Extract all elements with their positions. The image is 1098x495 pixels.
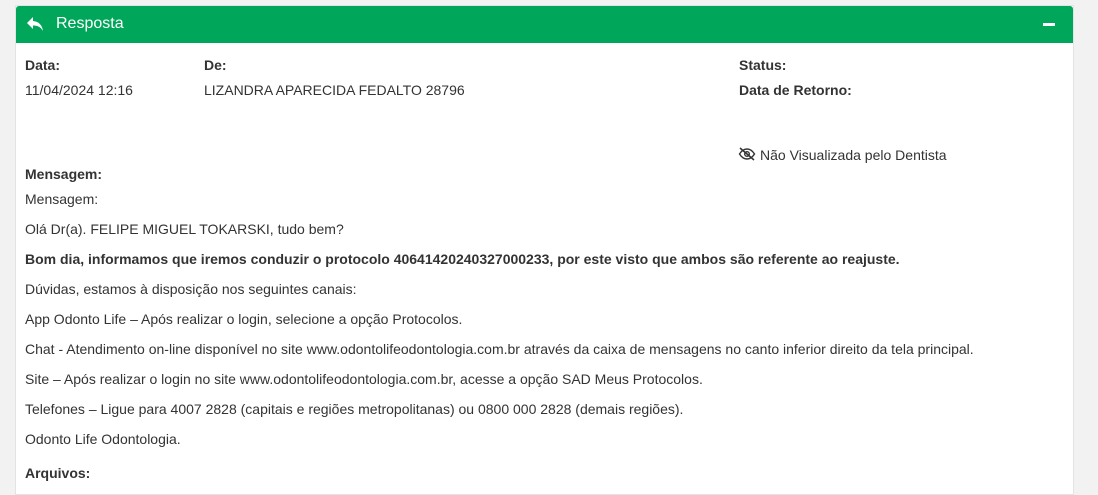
message-line: Bom dia, informamos que iremos conduzir … xyxy=(25,251,900,267)
response-panel: Resposta Data: 11/04/2024 12:16 De: LIZA… xyxy=(15,5,1074,495)
message-line: Site – Após realizar o login no site www… xyxy=(25,371,703,387)
message-line: Telefones – Ligue para 4007 2828 (capita… xyxy=(25,401,684,417)
return-date-label: Data de Retorno: xyxy=(739,82,852,98)
panel-title: Resposta xyxy=(56,15,124,32)
eye-slash-icon xyxy=(738,147,756,161)
collapse-button[interactable] xyxy=(1043,23,1055,26)
message-line: App Odonto Life – Após realizar o login,… xyxy=(25,311,463,327)
files-label: Arquivos: xyxy=(25,465,91,481)
message-line: Olá Dr(a). FELIPE MIGUEL TOKARSKI, tudo … xyxy=(25,221,344,237)
message-line: Odonto Life Odontologia. xyxy=(25,431,181,447)
message-label: Mensagem: xyxy=(25,166,103,182)
panel-header[interactable]: Resposta xyxy=(16,6,1073,43)
from-label: De: xyxy=(204,57,227,73)
date-label: Data: xyxy=(25,57,61,73)
status-label: Status: xyxy=(739,57,787,73)
reply-arrow-icon xyxy=(27,17,43,31)
message-line: Mensagem: xyxy=(25,191,99,207)
date-value: 11/04/2024 12:16 xyxy=(25,82,133,98)
from-value: LIZANDRA APARECIDA FEDALTO 28796 xyxy=(204,82,465,98)
message-line: Dúvidas, estamos à disposição nos seguin… xyxy=(25,281,357,297)
visibility-status: Não Visualizada pelo Dentista xyxy=(760,147,947,163)
message-line: Chat - Atendimento on-line disponível no… xyxy=(25,341,974,357)
